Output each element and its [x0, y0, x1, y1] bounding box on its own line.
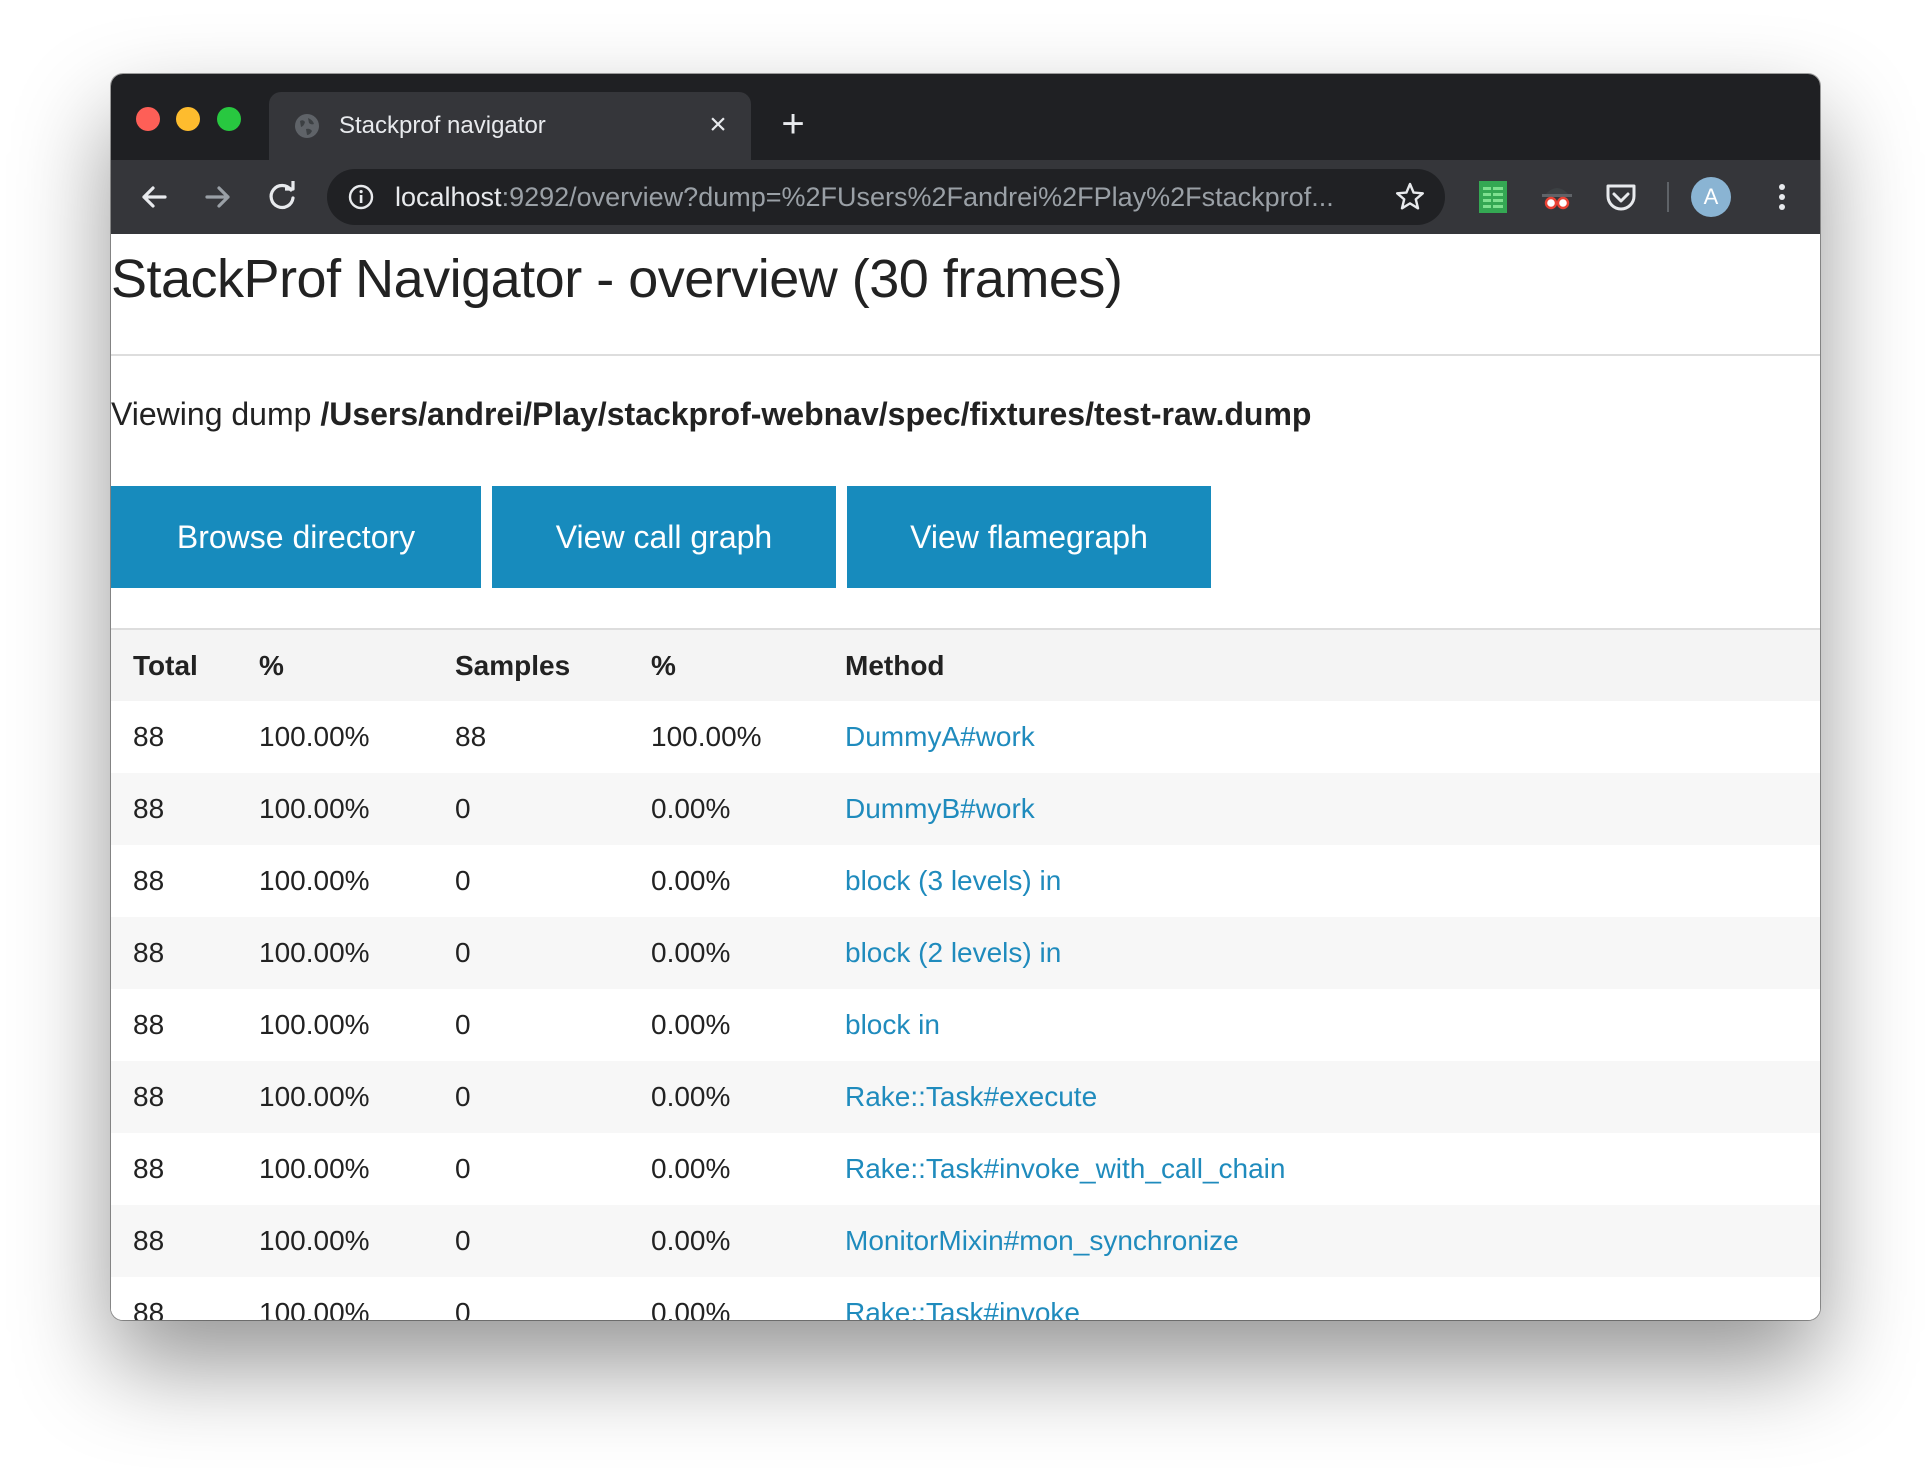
cell-total: 88 — [111, 917, 237, 989]
cell-total: 88 — [111, 989, 237, 1061]
frames-table: Total % Samples % Method 88 100.00% 88 1… — [111, 630, 1820, 1320]
cell-samples: 0 — [433, 773, 629, 845]
pocket-icon[interactable] — [1603, 179, 1639, 215]
table-row: 88 100.00% 88 100.00% DummyA#work — [111, 701, 1820, 773]
method-link[interactable]: Rake::Task#invoke — [823, 1277, 1820, 1320]
table-row: 88 100.00% 0 0.00% Rake::Task#invoke_wit… — [111, 1133, 1820, 1205]
reload-icon[interactable] — [261, 176, 303, 218]
window-close-button[interactable] — [136, 107, 160, 131]
url-host: localhost — [395, 182, 502, 212]
cell-samples-percent: 0.00% — [629, 1133, 823, 1205]
back-arrow-icon[interactable] — [133, 176, 175, 218]
viewing-dump-text: Viewing dump /Users/andrei/Play/stackpro… — [111, 396, 1311, 433]
browse-directory-button[interactable]: Browse directory — [111, 486, 481, 588]
table-row: 88 100.00% 0 0.00% Rake::Task#invoke — [111, 1277, 1820, 1320]
cell-samples: 0 — [433, 845, 629, 917]
cell-total: 88 — [111, 701, 237, 773]
toolbar-divider — [1667, 182, 1669, 212]
table-row: 88 100.00% 0 0.00% DummyB#work — [111, 773, 1820, 845]
cell-total-percent: 100.00% — [237, 1133, 433, 1205]
cell-samples-percent: 0.00% — [629, 1205, 823, 1277]
cell-total-percent: 100.00% — [237, 1277, 433, 1320]
cell-samples: 0 — [433, 1061, 629, 1133]
viewing-prefix: Viewing dump — [111, 396, 321, 432]
forward-arrow-icon[interactable] — [197, 176, 239, 218]
globe-icon — [295, 114, 319, 138]
address-bar[interactable]: localhost:9292/overview?dump=%2FUsers%2F… — [327, 169, 1445, 225]
cell-total: 88 — [111, 845, 237, 917]
cell-samples: 0 — [433, 1205, 629, 1277]
tab-title: Stackprof navigator — [339, 112, 546, 139]
cell-samples: 0 — [433, 1133, 629, 1205]
cell-total: 88 — [111, 1133, 237, 1205]
tab-bar: Stackprof navigator × + — [111, 74, 1820, 160]
cell-samples-percent: 0.00% — [629, 773, 823, 845]
method-link[interactable]: block (3 levels) in — [823, 845, 1820, 917]
cell-total-percent: 100.00% — [237, 845, 433, 917]
cell-samples-percent: 0.00% — [629, 989, 823, 1061]
window-minimize-button[interactable] — [176, 107, 200, 131]
table-row: 88 100.00% 0 0.00% Rake::Task#execute — [111, 1061, 1820, 1133]
cell-total-percent: 100.00% — [237, 701, 433, 773]
table-header-row: Total % Samples % Method — [111, 630, 1820, 701]
cell-total: 88 — [111, 1277, 237, 1320]
header-total[interactable]: Total — [111, 630, 237, 701]
dump-path: /Users/andrei/Play/stackprof-webnav/spec… — [320, 396, 1312, 432]
browser-toolbar: localhost:9292/overview?dump=%2FUsers%2F… — [111, 160, 1820, 234]
cell-samples: 0 — [433, 917, 629, 989]
table-row: 88 100.00% 0 0.00% block (3 levels) in — [111, 845, 1820, 917]
info-icon[interactable] — [347, 183, 375, 211]
plus-icon[interactable]: + — [773, 104, 813, 144]
divider — [111, 354, 1820, 356]
header-total-percent[interactable]: % — [237, 630, 433, 701]
header-samples[interactable]: Samples — [433, 630, 629, 701]
header-method[interactable]: Method — [823, 630, 1820, 701]
cell-samples-percent: 0.00% — [629, 1277, 823, 1320]
cell-samples: 88 — [433, 701, 629, 773]
cell-samples: 0 — [433, 1277, 629, 1320]
cell-total-percent: 100.00% — [237, 1061, 433, 1133]
cell-total: 88 — [111, 1205, 237, 1277]
url-path: :9292/overview?dump=%2FUsers%2Fandrei%2F… — [501, 182, 1334, 212]
cell-samples: 0 — [433, 989, 629, 1061]
method-link[interactable]: block in — [823, 989, 1820, 1061]
url-text[interactable]: localhost:9292/overview?dump=%2FUsers%2F… — [395, 182, 1375, 213]
cell-total-percent: 100.00% — [237, 773, 433, 845]
cell-samples-percent: 0.00% — [629, 845, 823, 917]
cell-total: 88 — [111, 1061, 237, 1133]
browser-tab[interactable]: Stackprof navigator × — [269, 92, 751, 160]
star-icon[interactable] — [1393, 180, 1427, 214]
browser-window: Stackprof navigator × + localhost:9292/o… — [111, 74, 1820, 1320]
window-maximize-button[interactable] — [217, 107, 241, 131]
method-link[interactable]: MonitorMixin#mon_synchronize — [823, 1205, 1820, 1277]
view-flamegraph-button[interactable]: View flamegraph — [847, 486, 1211, 588]
cell-samples-percent: 0.00% — [629, 917, 823, 989]
page-title: StackProf Navigator - overview (30 frame… — [111, 249, 1123, 309]
cell-samples-percent: 100.00% — [629, 701, 823, 773]
cell-total-percent: 100.00% — [237, 1205, 433, 1277]
page-content: StackProf Navigator - overview (30 frame… — [111, 234, 1820, 1320]
kebab-menu-icon[interactable] — [1763, 178, 1801, 216]
close-icon[interactable]: × — [701, 108, 735, 142]
table-row: 88 100.00% 0 0.00% block in — [111, 989, 1820, 1061]
method-link[interactable]: DummyA#work — [823, 701, 1820, 773]
cell-samples-percent: 0.00% — [629, 1061, 823, 1133]
spy-extension-icon[interactable] — [1539, 179, 1575, 215]
view-call-graph-button[interactable]: View call graph — [492, 486, 836, 588]
spreadsheet-extension-icon[interactable] — [1475, 179, 1511, 215]
profile-avatar[interactable]: A — [1691, 177, 1731, 217]
cell-total-percent: 100.00% — [237, 989, 433, 1061]
method-link[interactable]: Rake::Task#invoke_with_call_chain — [823, 1133, 1820, 1205]
cell-total-percent: 100.00% — [237, 917, 433, 989]
method-link[interactable]: DummyB#work — [823, 773, 1820, 845]
table-row: 88 100.00% 0 0.00% MonitorMixin#mon_sync… — [111, 1205, 1820, 1277]
header-samples-percent[interactable]: % — [629, 630, 823, 701]
cell-total: 88 — [111, 773, 237, 845]
table-row: 88 100.00% 0 0.00% block (2 levels) in — [111, 917, 1820, 989]
method-link[interactable]: Rake::Task#execute — [823, 1061, 1820, 1133]
method-link[interactable]: block (2 levels) in — [823, 917, 1820, 989]
